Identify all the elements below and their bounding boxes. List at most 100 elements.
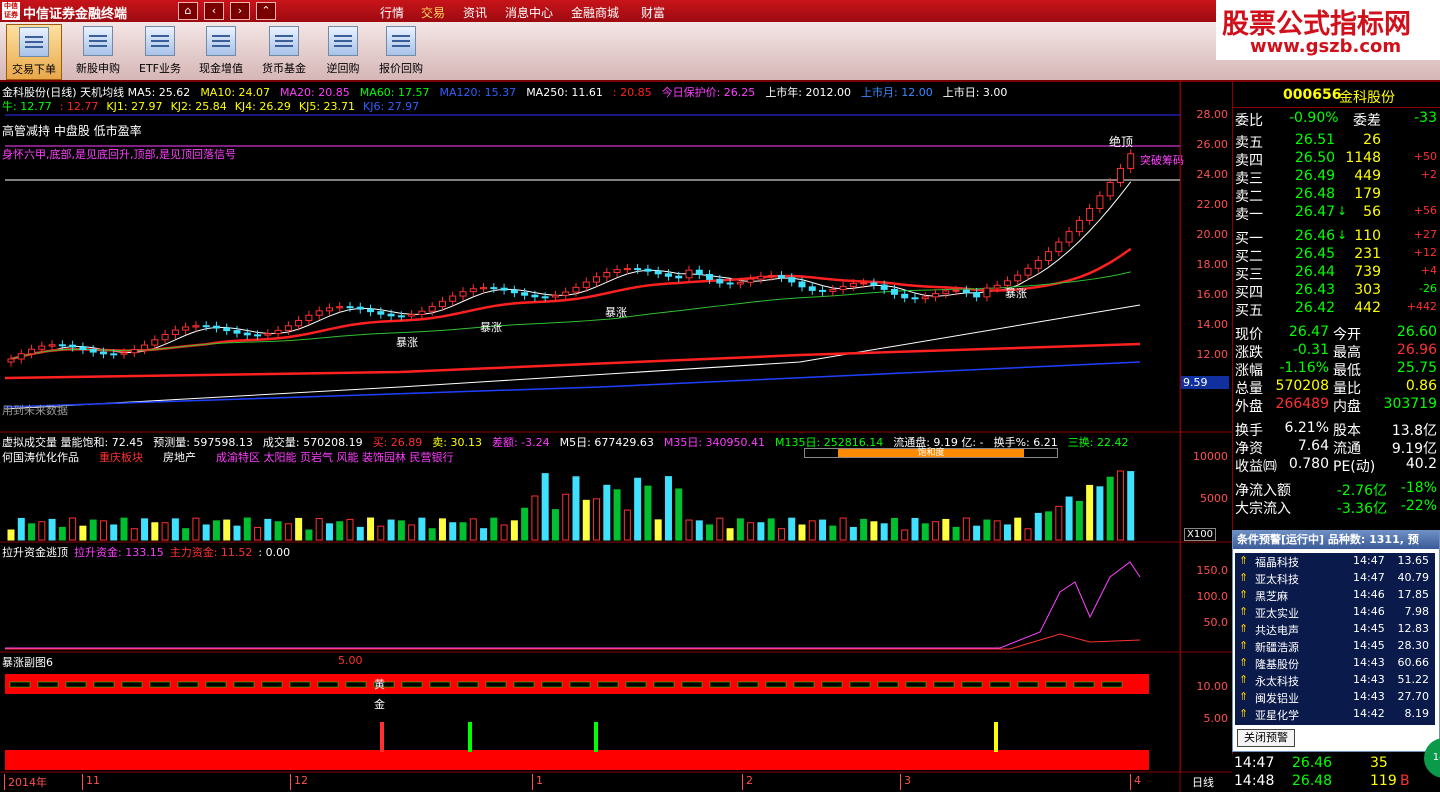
volume-bar [777, 528, 785, 541]
volume-bar [623, 509, 631, 541]
volume-bar [1075, 500, 1083, 541]
up-arrow-icon: ⇑ [1239, 707, 1249, 720]
money-fund-button[interactable]: 货币基金 [256, 24, 312, 80]
up-button[interactable]: ⌃ [256, 2, 276, 20]
pattern-note: 身怀六甲,底部,是见底回升,顶部,是见顶回落信号 [2, 148, 236, 161]
axis-tick: 22.00 [1196, 198, 1229, 211]
alert-window[interactable]: 条件预警[运行中] 品种数: 1311, 预 ⇑ 福晶科技 14:47 13.65 ⇑ 亚… [1232, 530, 1440, 752]
volume-bar [418, 517, 426, 541]
book-row[interactable]: 卖四 26.50 1148 +50 [1233, 150, 1440, 169]
candle-body [151, 339, 159, 346]
cash-plus-button[interactable]: 现金增值 [193, 24, 249, 80]
book-price: 26.44 [1295, 264, 1336, 280]
book-volume: 56 [1363, 204, 1381, 220]
alert-title[interactable]: 条件预警[运行中] 品种数: 1311, 预 [1233, 531, 1439, 549]
forward-button[interactable]: › [230, 2, 250, 20]
book-row[interactable]: 卖一 26.47 ↓ 56 +56 [1233, 204, 1440, 223]
surge-axis: 10.00 5.00 [1180, 652, 1232, 772]
alert-item[interactable]: ⇑ 亚星化学 14:42 8.19 [1235, 706, 1435, 723]
volume-bar [808, 520, 816, 541]
menu-trade[interactable]: 交易 [421, 4, 445, 21]
alert-item[interactable]: ⇑ 永太科技 14:43 51.22 [1235, 672, 1435, 689]
back-button[interactable]: ‹ [204, 2, 224, 20]
candle-body [675, 275, 683, 279]
ma-line [10, 181, 1132, 360]
alert-price: 8.19 [1404, 707, 1430, 720]
candle-body [901, 293, 909, 299]
book-price: 26.49 [1295, 168, 1336, 184]
etf-button[interactable]: ETF业务 [132, 24, 188, 80]
alert-item[interactable]: ⇑ 新疆浩源 14:45 28.30 [1235, 638, 1435, 655]
surge-cell [429, 681, 451, 688]
alert-item[interactable]: ⇑ 亚太科技 14:47 40.79 [1235, 570, 1435, 587]
kj-label-2: KJ1: 27.97 [106, 100, 163, 113]
book-label: 卖三 [1235, 171, 1263, 187]
quote-repo-button[interactable]: 报价回购 [373, 24, 429, 80]
menu-messages[interactable]: 消息中心 [505, 4, 553, 21]
alert-item[interactable]: ⇑ 闽发铝业 14:43 27.70 [1235, 689, 1435, 706]
book-row[interactable]: 买四 26.43 303 -26 [1233, 282, 1440, 301]
surge-label-4: 暴涨 [1005, 287, 1027, 300]
candle-body [58, 344, 66, 347]
alert-item[interactable]: ⇑ 黑芝麻 14:46 17.85 [1235, 587, 1435, 604]
surge-cell [457, 681, 479, 688]
home-button[interactable]: ⌂ [178, 2, 198, 20]
alert-price: 13.65 [1397, 554, 1430, 567]
surge-cell [205, 681, 227, 688]
trade-order-button[interactable]: 交易下单 [6, 24, 62, 80]
book-row[interactable]: 买一 26.46 ↓ 110 +27 [1233, 228, 1440, 247]
volume-bar [1086, 484, 1094, 541]
alert-time: 14:43 [1353, 656, 1385, 669]
kj-label-4: KJ4: 26.29 [234, 100, 291, 113]
book-row[interactable]: 卖三 26.49 449 +2 [1233, 168, 1440, 187]
ma-line [10, 247, 1132, 361]
candle-body [736, 281, 744, 285]
fund-icon [269, 26, 299, 56]
alert-item[interactable]: ⇑ 共达电声 14:45 12.83 [1235, 621, 1435, 638]
menu-wealth[interactable]: 财富 [641, 4, 665, 21]
surge-cell [681, 681, 703, 688]
gold-label-1: 黄 [374, 678, 385, 691]
volume-bar [706, 524, 714, 541]
candle-body [1127, 153, 1135, 169]
alert-item[interactable]: ⇑ 福晶科技 14:47 13.65 [1235, 553, 1435, 570]
sector-tag-1: 重庆板块 [99, 451, 143, 464]
stat-value: 13.8亿 [1391, 423, 1437, 439]
alert-item[interactable]: ⇑ 亚太实业 14:46 7.98 [1235, 604, 1435, 621]
chart-area[interactable]: 金科股份(日线) 天机均线 MA5: 25.62 MA10: 24.07 MA20:… [0, 82, 1232, 792]
alert-list[interactable]: ⇑ 福晶科技 14:47 13.65 ⇑ 亚太科技 14:47 40.79 ⇑ 黑芝麻 14:46 1… [1235, 553, 1435, 725]
volume-bar [1096, 486, 1104, 541]
stock-name: 金科股份 [1339, 90, 1395, 106]
book-row[interactable]: 买三 26.44 739 +4 [1233, 264, 1440, 283]
menu-quotes[interactable]: 行情 [380, 4, 404, 21]
volume-bar [99, 520, 107, 541]
volume-bar [438, 518, 446, 541]
book-row[interactable]: 买五 26.42 442 +442 [1233, 300, 1440, 319]
close-alert-button[interactable]: 关闭预警 [1237, 729, 1295, 747]
candle-body [459, 291, 467, 297]
menu-news[interactable]: 资讯 [463, 4, 487, 21]
capital-panel-title: 拉升资金逃顶 拉升资金: 133.15 主力资金: 11.52: 0.00 [2, 544, 296, 560]
book-row[interactable]: 卖二 26.48 179 [1233, 186, 1440, 205]
surge-cell [849, 681, 871, 688]
book-volume: 179 [1354, 186, 1381, 202]
menu-mall[interactable]: 金融商城 [571, 4, 619, 21]
tick-price: 26.48 [1292, 773, 1333, 789]
volume-bar [490, 517, 498, 541]
date-tick: 3 [900, 774, 911, 790]
volume-bar [685, 519, 693, 541]
volume-bar [613, 489, 621, 541]
book-row[interactable]: 卖五 26.51 26 [1233, 132, 1440, 151]
axis-tick: 5000 [1200, 492, 1228, 505]
volume-bar [726, 528, 734, 541]
surge-cell [709, 681, 731, 688]
book-row[interactable]: 买二 26.45 231 +12 [1233, 246, 1440, 265]
volume-bar [521, 507, 529, 541]
ipo-subscribe-button[interactable]: 新股申购 [70, 24, 126, 80]
alert-item[interactable]: ⇑ 隆基股份 14:43 60.66 [1235, 655, 1435, 672]
surge-label-3: 暴涨 [605, 306, 627, 319]
candle-body [182, 326, 190, 331]
period-label[interactable]: 日线 [1192, 774, 1214, 790]
stat-label: 净资 [1235, 441, 1263, 457]
reverse-repo-button[interactable]: 逆回购 [315, 24, 371, 80]
